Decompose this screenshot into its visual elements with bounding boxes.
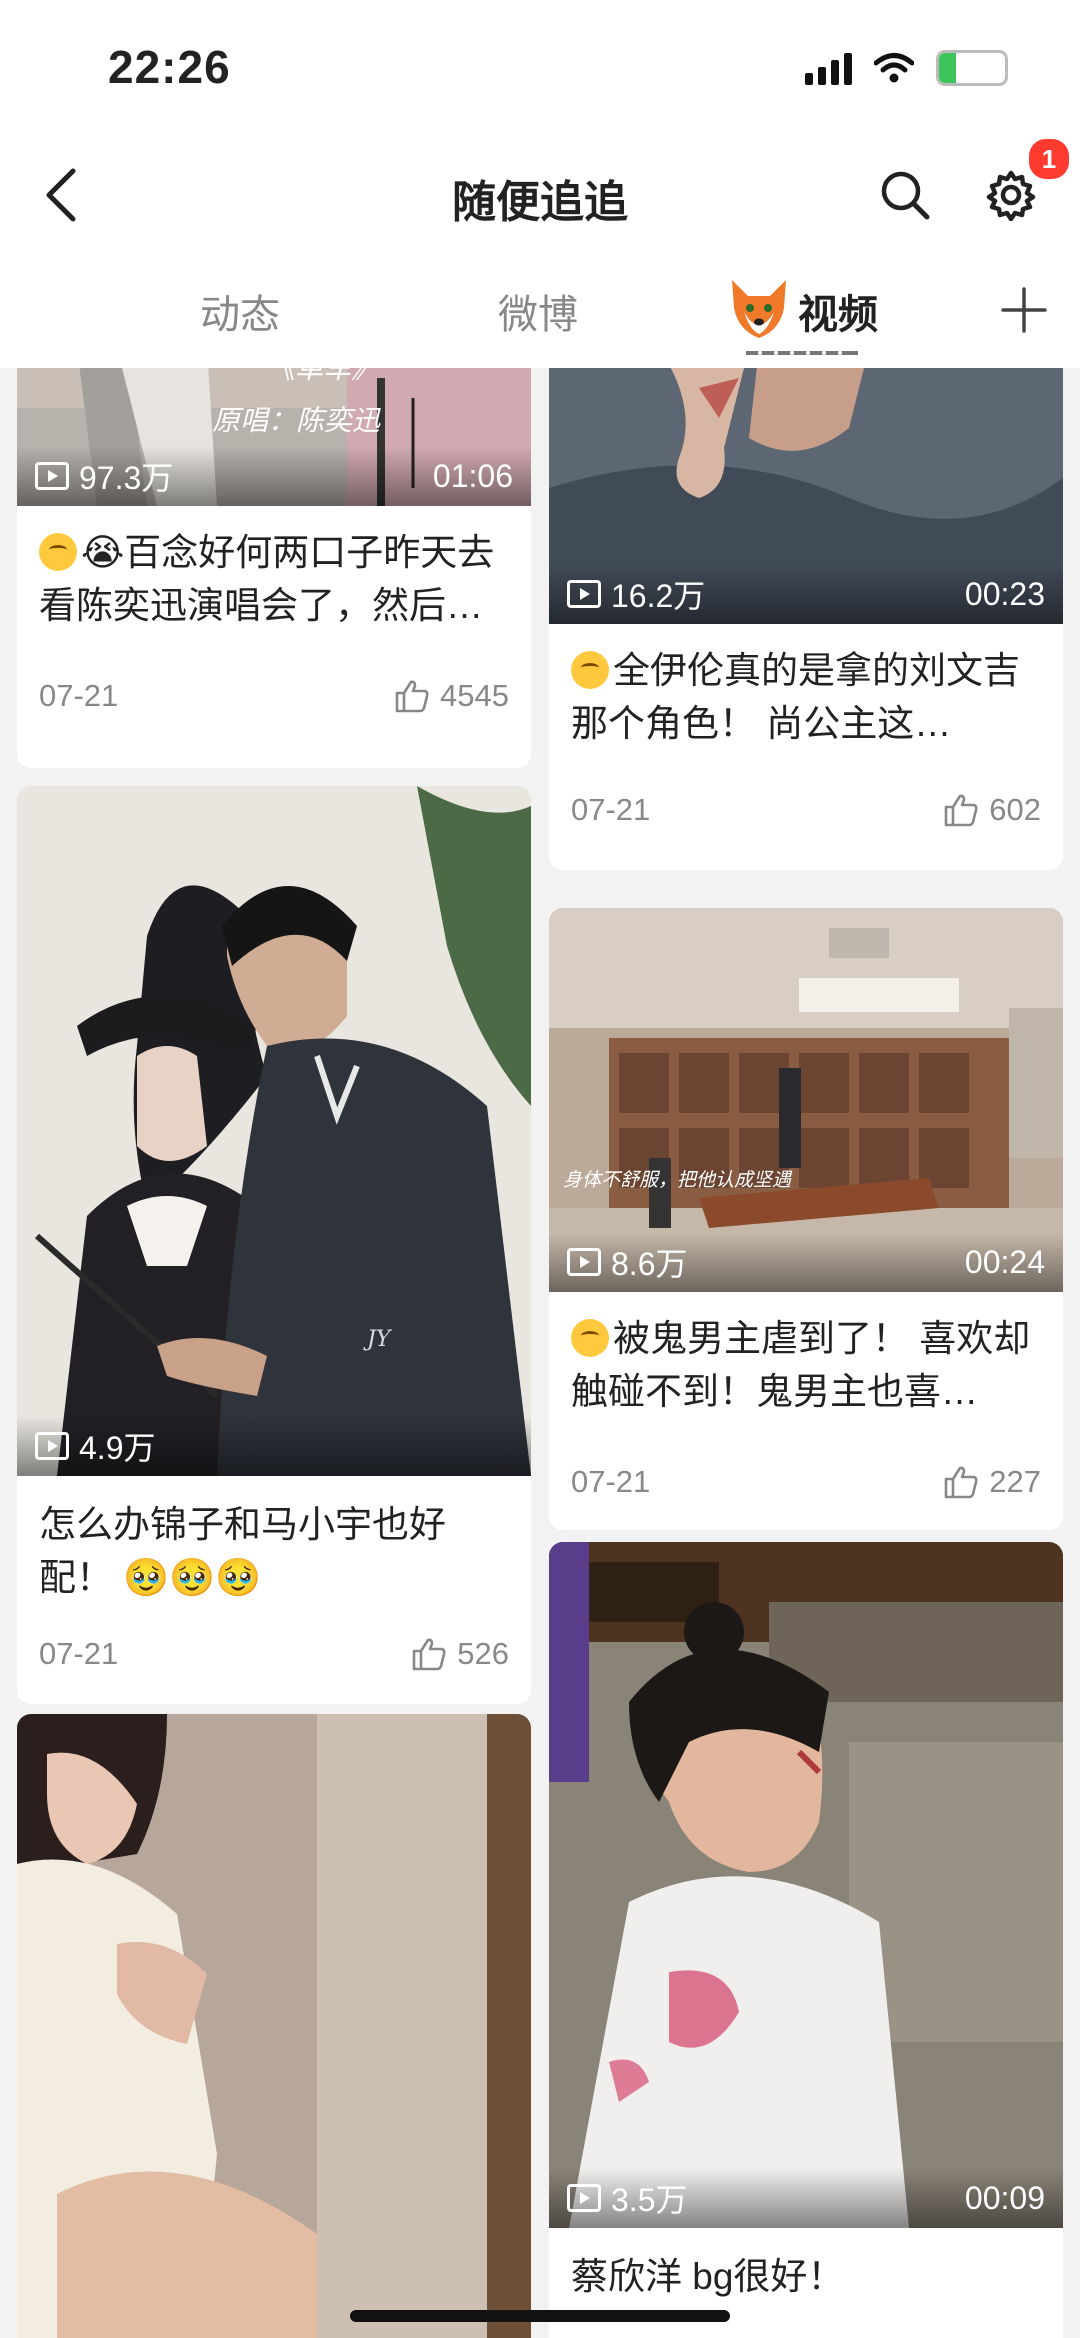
battery-icon: 26 [936, 50, 1008, 86]
video-meta: 07-21 602 [571, 788, 1041, 832]
video-stats: 3.5万 00:09 [549, 2168, 1063, 2228]
status-icons: 26 [805, 50, 1008, 86]
video-title: 被鬼男主虐到了！ 喜欢却触碰不到！鬼男主也喜… [571, 1318, 1031, 1412]
notification-badge: 1 [1026, 136, 1072, 182]
video-thumbnail[interactable]: 身体不舒服，把他认成坚遇 8.6万 00:24 [549, 908, 1063, 1292]
cellular-signal-icon [805, 51, 852, 85]
wifi-icon [874, 53, 914, 83]
status-bar: 22:26 26 [0, 0, 1080, 140]
like-button[interactable]: 526 [411, 1636, 509, 1672]
post-date: 07-21 [571, 1464, 651, 1499]
video-card[interactable]: 身体不舒服，把他认成坚遇 8.6万 00:24 被鬼男主虐到了！ 喜欢却触碰不到… [549, 908, 1063, 1530]
post-date: 07-21 [39, 678, 119, 713]
play-icon [567, 1248, 601, 1276]
plus-icon [1001, 287, 1047, 333]
play-icon [35, 462, 69, 490]
scream-emoji-icon [571, 651, 609, 689]
home-indicator[interactable] [350, 2310, 730, 2322]
video-card[interactable]: 3.5万 00:09 蔡欣洋 bg很好！ [549, 1542, 1063, 2338]
video-card[interactable] [17, 1714, 531, 2338]
search-icon [881, 171, 930, 220]
video-stats: 97.3万 01:06 [17, 446, 531, 506]
video-feed[interactable]: 《单车》 原唱：陈奕迅 97.3万 01:06 😭百念好何两口子昨天去看陈奕迅演… [0, 368, 1080, 2338]
post-date: 07-21 [39, 1636, 119, 1671]
video-thumbnail[interactable]: 《单车》 原唱：陈奕迅 97.3万 01:06 [17, 368, 531, 506]
video-meta: 07-21 227 [571, 1460, 1041, 1504]
thumb-watermark: JY [363, 1327, 393, 1352]
view-count: 4.9万 [35, 1423, 156, 1469]
crying-emoji-icon [39, 533, 77, 571]
video-title: 全伊伦真的是拿的刘文吉那个角色！ 尚公主这… [571, 650, 1020, 744]
tab-bar: 动态 微博 视频 [0, 252, 1080, 368]
video-title: 怎么办锦子和马小宇也好配！ 🥹🥹🥹 [39, 1504, 446, 1598]
video-title: 蔡欣洋 bg很好！ [571, 2256, 845, 2297]
battery-percent: 26 [958, 54, 986, 81]
subtitle-overlay: 身体不舒服，把他认成坚遇 [563, 1169, 793, 1191]
gear-icon [986, 170, 1036, 221]
video-duration: 00:24 [964, 1243, 1045, 1280]
video-stats: 8.6万 00:24 [549, 1232, 1063, 1292]
play-icon [567, 2184, 601, 2212]
video-duration: 00:23 [964, 575, 1045, 612]
tab-dongtai[interactable]: 动态 [200, 282, 280, 340]
video-meta: 07-21 526 [39, 1632, 509, 1676]
svg-text:原唱：陈奕迅: 原唱：陈奕迅 [212, 404, 381, 437]
tab-video[interactable]: 视频 [798, 282, 878, 340]
video-card[interactable]: 《单车》 原唱：陈奕迅 97.3万 01:06 😭百念好何两口子昨天去看陈奕迅演… [17, 368, 531, 768]
thumbs-up-icon [944, 794, 978, 827]
view-count: 16.2万 [567, 571, 705, 617]
video-duration: 01:06 [432, 457, 513, 494]
search-button[interactable] [870, 160, 940, 230]
video-thumbnail[interactable] [17, 1714, 531, 2338]
back-button[interactable] [26, 160, 96, 230]
video-title: 😭百念好何两口子昨天去看陈奕迅演唱会了，然后… [39, 532, 495, 626]
video-duration: 00:09 [964, 2179, 1045, 2216]
tab-active-indicator [746, 351, 858, 355]
thumbs-up-icon [395, 680, 429, 713]
navigation-bar: 随便追追 [0, 140, 1080, 253]
like-button[interactable]: 602 [943, 792, 1041, 828]
video-thumbnail[interactable]: 3.5万 00:09 [549, 1542, 1063, 2228]
thumbs-up-icon [412, 1638, 446, 1671]
thumbs-up-icon [944, 1466, 978, 1499]
play-icon [35, 1432, 69, 1460]
tab-weibo[interactable]: 微博 [498, 282, 578, 340]
video-card[interactable]: JY 4.9万 怎么办锦子和马小宇也好配！ 🥹🥹🥹 07-21 526 [17, 786, 531, 1704]
video-card[interactable]: 16.2万 00:23 全伊伦真的是拿的刘文吉那个角色！ 尚公主这… 07-21… [549, 368, 1063, 870]
fox-avatar-icon [732, 280, 786, 338]
play-icon [567, 580, 601, 608]
view-count: 3.5万 [567, 2175, 688, 2221]
crying-emoji-icon [571, 1319, 609, 1357]
video-thumbnail[interactable]: JY 4.9万 [17, 786, 531, 1476]
video-thumbnail[interactable]: 16.2万 00:23 [549, 368, 1063, 624]
back-icon [46, 168, 76, 222]
status-time: 22:26 [108, 41, 231, 93]
add-tab-button[interactable] [994, 280, 1054, 340]
like-button[interactable]: 227 [943, 1464, 1041, 1500]
post-date: 07-21 [571, 792, 651, 827]
like-button[interactable]: 4545 [394, 678, 509, 714]
video-meta: 07-21 4545 [39, 674, 509, 718]
view-count: 8.6万 [567, 1239, 688, 1285]
video-stats: 4.9万 [17, 1416, 531, 1476]
view-count: 97.3万 [35, 453, 173, 499]
video-stats: 16.2万 00:23 [549, 564, 1063, 624]
svg-text:《单车》: 《单车》 [267, 368, 379, 385]
